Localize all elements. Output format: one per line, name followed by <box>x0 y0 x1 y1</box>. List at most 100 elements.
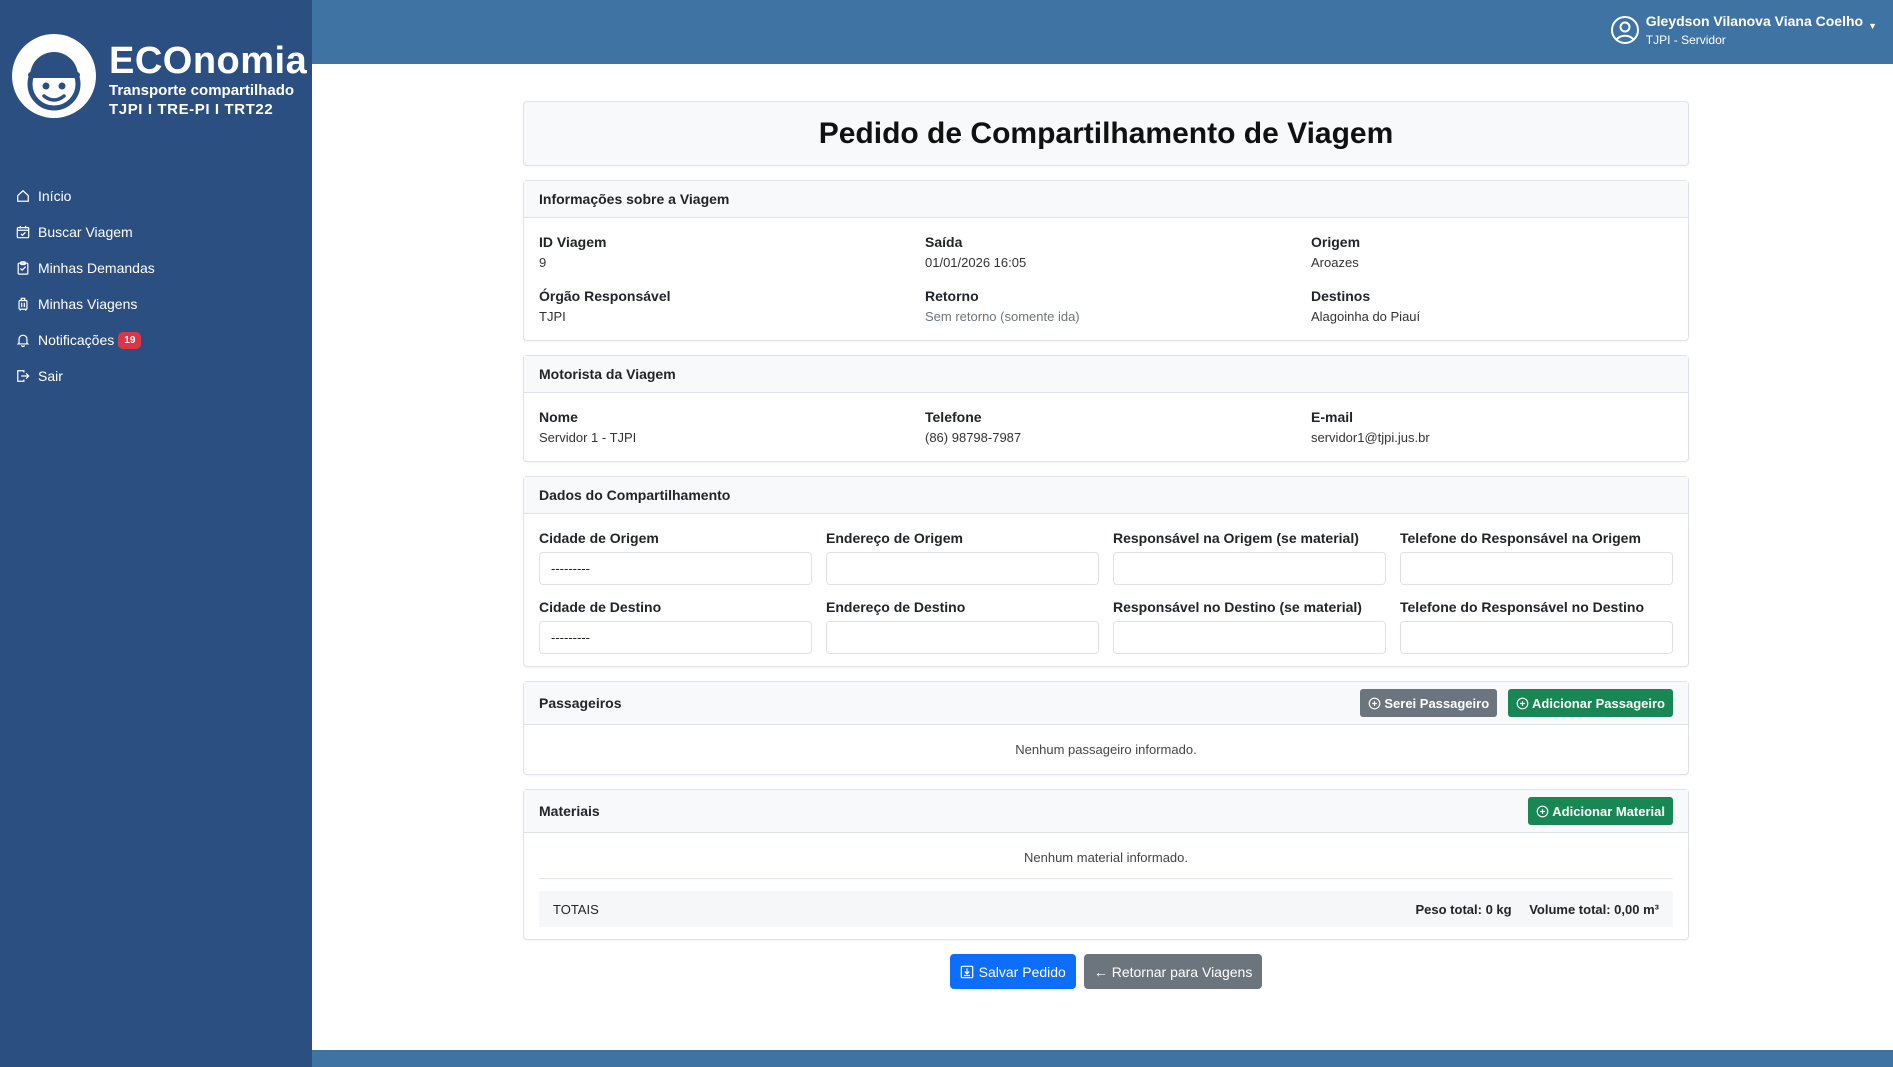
add-passenger-label: Adicionar Passageiro <box>1532 695 1665 711</box>
driver-phone-label: Telefone <box>925 409 982 425</box>
add-material-button[interactable]: Adicionar Material <box>1528 797 1673 825</box>
destinations-value: Alagoinha do Piauí <box>1311 309 1421 324</box>
self-passenger-button[interactable]: Serei Passageiro <box>1360 689 1498 717</box>
sidebar-item-label: Início <box>38 188 72 204</box>
totals-label: TOTAIS <box>553 901 599 917</box>
driver-card: Motorista da Viagem Nome Servidor 1 - TJ… <box>523 355 1689 462</box>
sidebar-item-label: Sair <box>38 368 63 384</box>
origin-responsible-label: Responsável na Origem (se material) <box>1113 530 1359 546</box>
sidebar-item-label: Minhas Viagens <box>38 296 138 312</box>
user-role: TJPI - Servidor <box>1645 33 1726 47</box>
passengers-card: Passageiros Serei Passageiro Adicionar P… <box>523 681 1689 775</box>
brand-title: ECOnomia <box>109 40 308 82</box>
origin-city-label: Cidade de Origem <box>539 530 659 546</box>
origin-city-select[interactable]: --------- <box>539 552 812 585</box>
destination-phone-label: Telefone do Responsável no Destino <box>1400 599 1645 615</box>
origin-address-label: Endereço de Origem <box>826 530 963 546</box>
sidebar-item-label: Notificações <box>38 332 115 348</box>
driver-email-label: E-mail <box>1311 409 1354 425</box>
user-menu[interactable]: Gleydson Vilanova Viana Coelho TJPI - Se… <box>1610 12 1877 48</box>
page-title: Pedido de Compartilhamento de Viagem <box>818 116 1394 150</box>
plus-circle-icon <box>1516 697 1529 709</box>
sidebar-item-label: Minhas Demandas <box>38 260 155 276</box>
destination-address-label: Endereço de Destino <box>826 599 966 615</box>
save-request-button[interactable]: Salvar Pedido <box>949 954 1076 989</box>
add-passenger-button[interactable]: Adicionar Passageiro <box>1508 689 1673 717</box>
sidebar-item-notificacoes[interactable]: Notificações 19 <box>16 322 296 358</box>
main-content: Pedido de Compartilhamento de Viagem Inf… <box>523 101 1689 989</box>
materials-empty-message: Nenhum material informado. <box>539 837 1673 879</box>
logout-icon <box>17 370 30 382</box>
user-avatar-icon <box>1610 16 1639 44</box>
clipboard-icon <box>17 261 29 275</box>
volume-total: Volume total: 0,00 m³ <box>1529 901 1659 917</box>
add-material-label: Adicionar Material <box>1552 803 1665 819</box>
user-name: Gleydson Vilanova Viana Coelho <box>1645 13 1864 29</box>
driver-name-value: Servidor 1 - TJPI <box>539 430 637 445</box>
responsible-org-value: TJPI <box>539 309 566 324</box>
departure-label: Saída <box>925 234 963 250</box>
plus-circle-icon <box>1369 697 1381 709</box>
passengers-title: Passageiros <box>539 695 622 711</box>
departure-value: 01/01/2026 16:05 <box>925 255 1027 270</box>
origin-value: Aroazes <box>1311 255 1359 270</box>
calendar-check-icon <box>16 225 30 239</box>
sharing-card: Dados do Compartilhamento Cidade de Orig… <box>523 476 1689 667</box>
sidebar-item-minhas-viagens[interactable]: Minhas Viagens <box>16 286 296 322</box>
driver-name-label: Nome <box>539 409 578 425</box>
return-label: Retorno <box>925 288 979 304</box>
self-passenger-label: Serei Passageiro <box>1384 695 1490 711</box>
materials-title: Materiais <box>539 803 600 819</box>
driver-email-value: servidor1@tjpi.jus.br <box>1311 430 1430 445</box>
trip-info-card: Informações sobre a Viagem ID Viagem 9 S… <box>523 180 1689 341</box>
responsible-org-label: Órgão Responsável <box>539 288 671 304</box>
sidebar-nav: Início Buscar Viagem Minhas Demandas Min… <box>16 178 296 394</box>
trip-id-label: ID Viagem <box>539 234 607 250</box>
sidebar: ECOnomia Transporte compartilhado TJPI I… <box>0 0 312 1067</box>
top-bar: Gleydson Vilanova Viana Coelho TJPI - Se… <box>312 0 1893 64</box>
logo-face-icon <box>12 34 96 118</box>
destination-city-select[interactable]: --------- <box>539 621 812 654</box>
brand-orgs: TJPI I TRE-PI I TRT22 <box>109 101 274 118</box>
destination-responsible-label: Responsável no Destino (se material) <box>1113 599 1362 615</box>
sidebar-item-label: Buscar Viagem <box>38 224 133 240</box>
trip-info-header: Informações sobre a Viagem <box>524 181 1688 218</box>
footer-band <box>312 1050 1893 1067</box>
plus-circle-icon <box>1536 805 1549 817</box>
home-icon <box>17 189 29 202</box>
save-icon <box>960 965 973 978</box>
luggage-icon <box>18 297 28 311</box>
back-to-trips-label: ← Retornar para Viagens <box>1093 963 1253 980</box>
origin-phone-label: Telefone do Responsável na Origem <box>1400 530 1641 546</box>
driver-header: Motorista da Viagem <box>524 356 1688 393</box>
destination-address-input[interactable] <box>826 621 1099 654</box>
destination-city-label: Cidade de Destino <box>539 599 662 615</box>
brand-subtitle: Transporte compartilhado <box>109 82 295 99</box>
sidebar-item-minhas-demandas[interactable]: Minhas Demandas <box>16 250 296 286</box>
origin-label: Origem <box>1311 234 1361 250</box>
bell-icon <box>16 334 30 347</box>
origin-responsible-input[interactable] <box>1113 552 1386 585</box>
materials-card: Materiais Adicionar Material Nenhum mate… <box>523 789 1689 940</box>
materials-header: Materiais Adicionar Material <box>524 790 1688 833</box>
passengers-empty-message: Nenhum passageiro informado. <box>1015 742 1197 757</box>
sidebar-item-buscar-viagem[interactable]: Buscar Viagem <box>16 214 296 250</box>
sidebar-item-inicio[interactable]: Início <box>16 178 296 214</box>
trip-id-value: 9 <box>539 255 547 270</box>
notification-count-badge: 19 <box>118 331 142 349</box>
origin-phone-input[interactable] <box>1400 552 1673 585</box>
back-to-trips-button[interactable]: ← Retornar para Viagens <box>1083 954 1263 989</box>
sharing-header: Dados do Compartilhamento <box>524 477 1688 514</box>
save-request-label: Salvar Pedido <box>978 963 1066 980</box>
driver-phone-value: (86) 98798-7987 <box>925 430 1022 445</box>
weight-total: Peso total: 0 kg <box>1415 901 1512 917</box>
sidebar-item-sair[interactable]: Sair <box>16 358 296 394</box>
destination-responsible-input[interactable] <box>1113 621 1386 654</box>
origin-address-input[interactable] <box>826 552 1099 585</box>
form-actions: Salvar Pedido ← Retornar para Viagens <box>523 954 1689 989</box>
destinations-label: Destinos <box>1311 288 1371 304</box>
logo[interactable]: ECOnomia Transporte compartilhado TJPI I… <box>12 34 307 120</box>
passengers-header: Passageiros Serei Passageiro Adicionar P… <box>524 682 1688 725</box>
destination-phone-input[interactable] <box>1400 621 1673 654</box>
materials-totals-row: TOTAIS Peso total: 0 kg Volume total: 0,… <box>539 891 1673 927</box>
